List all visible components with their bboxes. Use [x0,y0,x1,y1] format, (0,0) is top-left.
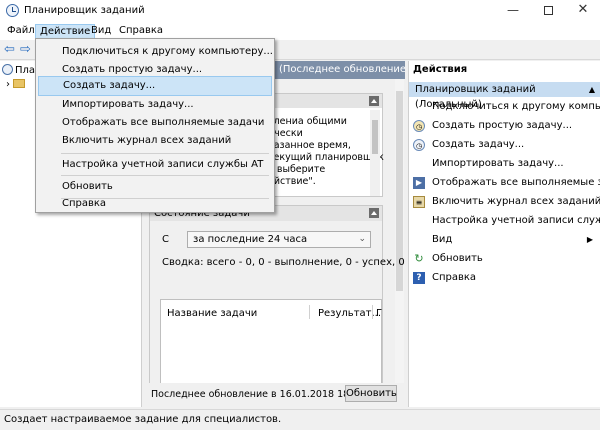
action-enable-history[interactable]: ≡ Включить журнал всех заданий [409,193,600,211]
task-icon: ◷ [413,139,425,151]
menu-view[interactable]: Вид [87,24,115,39]
collapse-icon[interactable] [369,96,379,106]
maximize-button[interactable] [533,0,563,22]
action-label: Обновить [432,253,483,264]
collapse-icon[interactable] [369,208,379,218]
action-create-task[interactable]: ◷ Создать задачу... [409,136,600,154]
center-footer: Последнее обновление в 16.01.2018 18:39:… [143,383,405,405]
menu-item-create-task[interactable]: Создать задачу... [38,76,272,96]
journal-icon: ≡ [413,196,425,208]
action-label: Импортировать задачу... [432,158,564,169]
menu-item-help[interactable]: Справка [38,195,272,212]
task-status-panel: Состояние задачи С за последние 24 часа … [149,205,421,387]
action-import-task[interactable]: Импортировать задачу... [409,155,600,173]
refresh-button[interactable]: Обновить [345,385,397,402]
expand-chevron-icon[interactable]: › [6,79,10,90]
action-label: Включить журнал всех заданий [432,196,600,207]
action-create-basic-task[interactable]: ◷ Создать простую задачу... [409,117,600,135]
menu-help[interactable]: Справка [115,24,167,39]
action-label: Настройка учетной записи служ... [432,215,600,226]
action-view[interactable]: Вид ▶ [409,231,600,249]
action-connect[interactable]: Подключиться к другому компь... [409,98,600,116]
actions-title: Действия [413,64,468,75]
column-divider[interactable] [309,305,310,319]
menu-item-connect[interactable]: Подключиться к другому компьютеру... [38,42,273,62]
column-header-task-name[interactable]: Название задачи [167,308,257,319]
menu-item-enable-history[interactable]: Включить журнал всех заданий [38,131,272,151]
menu-item-at-service-account[interactable]: Настройка учетной записи службы AT [38,155,272,175]
title-bar: Планировщик заданий — ✕ [0,0,600,22]
status-summary: Сводка: всего - 0, 0 - выполнение, 0 - у… [162,257,421,268]
menu-separator [61,153,269,154]
status-bar: Создает настраиваемое задание для специа… [0,409,600,430]
back-arrow-icon[interactable]: ⇦ [4,43,18,57]
collapse-arrow-icon[interactable]: ▲ [589,82,595,97]
menu-item-refresh[interactable]: Обновить [38,177,272,197]
action-menu-dropdown: Подключиться к другому компьютеру... Соз… [35,38,275,213]
actions-section-header[interactable]: Планировщик заданий (Локальный) ▲ [409,82,600,110]
center-scrollbar[interactable] [395,79,404,389]
tree-item-library[interactable]: › [6,79,27,93]
status-label: С [162,234,169,245]
refresh-icon: ↻ [414,252,424,265]
maximize-icon [543,6,553,15]
actions-pane: Действия Планировщик заданий (Локальный)… [408,61,600,407]
folder-icon [13,79,25,88]
menu-item-display-running[interactable]: Отображать все выполняемые задачи [38,113,272,133]
action-label: Справка [432,272,477,283]
simple-task-icon: ◷ [413,120,425,132]
action-label: Отображать все выполняемые за [432,177,600,188]
clock-icon [6,4,19,17]
close-button[interactable]: ✕ [568,0,598,22]
menu-file[interactable]: Файл [3,24,39,39]
period-select[interactable]: за последние 24 часа ⌄ [187,231,371,248]
action-label: Создать простую задачу... [432,120,573,131]
help-icon: ? [413,272,425,284]
overview-scrollbar[interactable] [370,110,380,196]
column-divider[interactable] [372,305,373,319]
running-tasks-icon: ▶ [413,177,425,189]
menu-separator [61,175,269,176]
action-label: Подключиться к другому компь... [432,101,600,112]
task-table: Название задачи Результат... Г [160,299,382,385]
action-at-service-account[interactable]: Настройка учетной записи служ... [409,212,600,230]
clock-icon [2,64,13,75]
action-help[interactable]: ? Справка [409,269,600,287]
overview-description: влениа общими ически казанное время, тек… [268,116,384,187]
column-header-partial[interactable]: Г [376,308,382,319]
forward-arrow-icon[interactable]: ⇨ [20,43,34,57]
window-title: Планировщик заданий [24,5,145,16]
period-select-value: за последние 24 часа [193,234,308,245]
action-refresh[interactable]: ↻ Обновить [409,250,600,268]
tree-item-root-label: Пла [15,65,36,76]
action-label: Вид [432,234,453,245]
tree-item-root[interactable]: Пла [2,64,35,78]
chevron-down-icon: ⌄ [358,234,366,244]
action-label: Создать задачу... [432,139,525,150]
action-display-running[interactable]: ▶ Отображать все выполняемые за [409,174,600,192]
scrollbar-thumb[interactable] [372,120,378,154]
submenu-arrow-icon: ▶ [586,235,593,244]
task-scheduler-window: Планировщик заданий — ✕ Файл Действие Ви… [0,0,600,430]
menu-item-import-task[interactable]: Импортировать задачу... [38,95,272,115]
minimize-button[interactable]: — [498,0,528,22]
